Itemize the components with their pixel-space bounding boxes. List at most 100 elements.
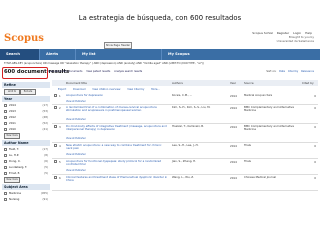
col-cited[interactable]: Cited by	[302, 80, 314, 86]
row-title[interactable]: Clinical features and treatment ideas of…	[66, 175, 168, 183]
row-authors[interactable]: Jiao, S., Zhang, H.	[172, 159, 226, 163]
row-checkbox[interactable]	[54, 160, 57, 163]
row-cited[interactable]: 0	[306, 106, 316, 110]
view-at-publisher-link[interactable]: View at Publisher	[66, 137, 86, 140]
scopus-logo[interactable]: Scopus	[4, 33, 44, 44]
row-cited[interactable]: 0	[306, 160, 316, 164]
link-analyze-results[interactable]: Analyze search results	[114, 70, 142, 73]
table-row: 4 New stretch acupuncture: a new way to …	[52, 143, 318, 159]
refine-sidebar: Refine Limit to Exclude Year 2014 (17) 20…	[2, 80, 50, 240]
row-cited[interactable]: 0	[306, 176, 316, 180]
export-link[interactable]: Export	[58, 88, 66, 91]
citation-overview-link[interactable]: View citation overview	[92, 88, 120, 91]
row-year: 2014	[230, 93, 237, 98]
facet-refine: Refine Limit to Exclude	[2, 82, 50, 95]
row-number: 5	[59, 159, 61, 164]
row-source[interactable]: BMC Complementary and Alternative Medici…	[244, 105, 302, 113]
row-title[interactable]: Do mind-body effects of integrative trea…	[66, 124, 168, 132]
view-at-publisher-link[interactable]: View at Publisher	[66, 118, 86, 121]
row-authors[interactable]: Kim, S.-H., Kim, S.-S., Liu, M.	[172, 105, 226, 109]
row-title[interactable]: A randomized trial of a combination of m…	[66, 105, 168, 113]
row-authors[interactable]: Kocsis, C.M., ...	[172, 93, 226, 97]
view-more-button[interactable]: View more	[4, 177, 20, 183]
institution-brand: Brought to you by Universidad de Salaman…	[276, 35, 314, 44]
row-checkbox[interactable]	[54, 144, 57, 147]
facet-buttons: Limit to Exclude	[2, 88, 50, 95]
row-source[interactable]: Medical Acupuncture	[244, 93, 302, 97]
sort-date[interactable]: Date	[279, 70, 285, 73]
checkbox[interactable]	[4, 197, 7, 201]
row-checkbox[interactable]	[54, 125, 57, 128]
link-patent-results[interactable]: View patent results	[86, 70, 110, 73]
checkbox[interactable]	[4, 191, 7, 195]
row-title[interactable]: Acupuncture for depression	[66, 93, 168, 97]
view-at-publisher-link[interactable]: View at Publisher	[66, 169, 86, 172]
row-authors[interactable]: Wang, L., Wu, Z.	[172, 175, 226, 179]
checkbox[interactable]	[4, 109, 7, 113]
sort-cited[interactable]: Cited by	[288, 70, 298, 73]
facet-subject: Subject Area Medicine (455) Nursing (91)	[2, 184, 50, 202]
sort-controls: Sort on: Date Cited by Relevance	[264, 70, 314, 73]
download-link[interactable]: Download	[73, 88, 85, 91]
row-authors[interactable]: Lee, S.-H., Lee, J.-H.	[172, 143, 226, 147]
col-authors[interactable]: Authors	[172, 80, 183, 86]
row-checkbox[interactable]	[54, 176, 57, 179]
col-title[interactable]: Document title	[66, 80, 87, 86]
row-cited[interactable]: 0	[306, 94, 316, 98]
limit-to-button[interactable]: Limit to	[4, 89, 20, 95]
facet-label: Nursing	[9, 197, 20, 201]
checkbox[interactable]	[4, 103, 7, 107]
facet-count: (91)	[42, 197, 48, 201]
checkbox[interactable]	[4, 165, 7, 169]
checkbox[interactable]	[4, 171, 7, 175]
checkbox[interactable]	[4, 147, 7, 151]
row-cited[interactable]: 0	[306, 125, 316, 129]
facet-label: Medicine	[9, 191, 22, 195]
link-secondary-docs[interactable]: View secondary documents	[48, 70, 82, 73]
search-query[interactable]: TITLE-ABS-KEY (acupuncture) OR massage O…	[0, 61, 320, 67]
facet-row[interactable]: Nursing (91)	[2, 196, 50, 202]
view-at-publisher-link[interactable]: View at Publisher	[66, 100, 86, 103]
row-authors[interactable]: Hoelzel, T., Kaminski, B.	[172, 124, 226, 128]
link-scival[interactable]: Scopus SciVal	[252, 31, 273, 35]
tab-search[interactable]: Search	[0, 49, 40, 60]
view-more-button[interactable]: View more	[4, 133, 20, 139]
slide-title: La estrategia de búsqueda, con 600 resul…	[78, 14, 242, 22]
cited-by-link[interactable]: View Cited by	[127, 88, 144, 91]
row-title[interactable]: Acupuncture for functional dyspepsia: st…	[66, 159, 168, 167]
col-source[interactable]: Source	[244, 80, 254, 86]
row-checkbox[interactable]	[54, 106, 57, 109]
tab-alerts[interactable]: Alerts	[40, 49, 76, 60]
show-header-tip[interactable]: Show Page Header	[104, 42, 132, 49]
row-source[interactable]: Chinese Medical Journal	[244, 175, 302, 179]
more-link[interactable]: More...	[151, 88, 160, 91]
row-cited[interactable]: 0	[306, 144, 316, 148]
sort-label: Sort on:	[266, 70, 277, 73]
results-count-highlight	[2, 67, 48, 79]
tab-my-list[interactable]: My list	[76, 49, 162, 60]
row-title[interactable]: New stretch acupuncture: a new way to co…	[66, 143, 168, 151]
col-year[interactable]: Year	[230, 80, 236, 86]
sort-relevance[interactable]: Relevance	[301, 70, 314, 73]
checkbox[interactable]	[4, 159, 7, 163]
row-source[interactable]: BMC Complementary and Alternative Medici…	[244, 124, 302, 132]
checkbox[interactable]	[4, 153, 7, 157]
link-register[interactable]: Register	[277, 31, 289, 35]
facet-label: Lu, H.P.	[9, 153, 19, 157]
facet-year: Year 2014 (17) 2013 (53) 2012 (48) 2011 (52)…	[2, 96, 50, 139]
view-at-publisher-link[interactable]: View at Publisher	[66, 153, 86, 156]
row-source[interactable]: Trials	[244, 143, 302, 147]
row-year: 2014	[230, 143, 237, 148]
facet-label: Dong, X.	[9, 159, 21, 163]
row-source[interactable]: Trials	[244, 159, 302, 163]
facet-buttons: View more	[2, 176, 50, 183]
row-checkbox[interactable]	[54, 94, 57, 97]
results-table: Document title Authors Year Source Cited…	[52, 80, 318, 240]
checkbox[interactable]	[4, 115, 7, 119]
table-tools: Export Download View citation overview V…	[52, 87, 318, 92]
tab-my-scopus[interactable]: My Scopus	[162, 49, 320, 60]
exclude-button[interactable]: Exclude	[20, 89, 36, 95]
facet-author: Author Name Field, T. (17) Lu, H.P. (8) Do…	[2, 140, 50, 183]
checkbox[interactable]	[4, 127, 7, 131]
checkbox[interactable]	[4, 121, 7, 125]
